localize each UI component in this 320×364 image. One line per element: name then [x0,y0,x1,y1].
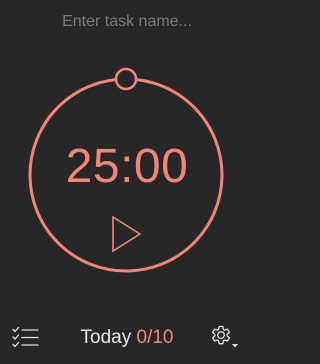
timer-display: 25:00 [65,140,189,193]
bottom-bar: Today 0/10 [0,316,254,360]
today-completed-count: 0 [136,327,148,348]
settings-button[interactable] [206,323,242,353]
today-label: Today [80,327,132,348]
gear-icon [211,325,231,345]
today-goal-count: 10 [152,327,174,348]
play-icon[interactable] [108,214,146,254]
caret-down-icon [232,344,238,348]
progress-handle[interactable] [114,67,138,91]
